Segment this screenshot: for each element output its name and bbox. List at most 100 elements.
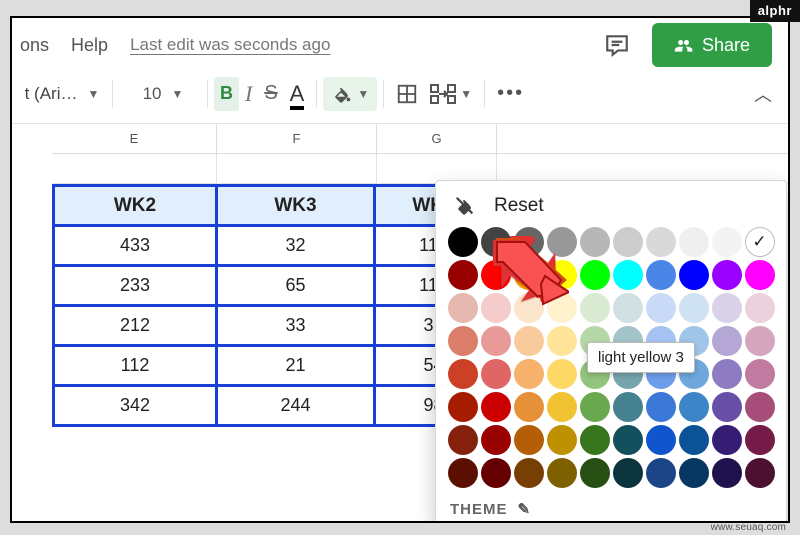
color-swatch[interactable]	[646, 227, 676, 257]
color-swatch[interactable]	[745, 260, 775, 290]
pencil-icon[interactable]: ✎	[518, 500, 532, 518]
color-swatch[interactable]	[679, 458, 709, 488]
color-swatch[interactable]	[547, 227, 577, 257]
color-swatch[interactable]	[448, 293, 478, 323]
color-swatch[interactable]	[745, 326, 775, 356]
color-swatch[interactable]	[712, 293, 742, 323]
color-swatch[interactable]	[448, 260, 478, 290]
color-swatch[interactable]	[646, 458, 676, 488]
data-table[interactable]: WK2 WK3 WK4 43332112 23365112 2123331 11…	[52, 184, 494, 427]
col-header-g[interactable]: G	[377, 124, 497, 153]
color-swatch[interactable]	[514, 425, 544, 455]
color-swatch[interactable]	[547, 326, 577, 356]
color-swatch[interactable]	[679, 392, 709, 422]
color-swatch[interactable]	[547, 392, 577, 422]
color-swatch[interactable]	[547, 293, 577, 323]
bold-button[interactable]: B	[214, 77, 239, 111]
color-swatch[interactable]	[514, 293, 544, 323]
color-swatch[interactable]	[580, 392, 610, 422]
font-size-picker[interactable]: 10 ▼	[133, 77, 193, 111]
color-swatch[interactable]	[712, 359, 742, 389]
color-swatch[interactable]	[745, 425, 775, 455]
strikethrough-button[interactable]: S	[258, 77, 283, 111]
color-swatch[interactable]	[613, 260, 643, 290]
color-swatch[interactable]	[481, 425, 511, 455]
merge-cells-button[interactable]: ▼	[424, 77, 478, 111]
color-swatch[interactable]	[514, 392, 544, 422]
color-swatch[interactable]	[481, 458, 511, 488]
color-swatch[interactable]	[448, 359, 478, 389]
color-swatch[interactable]	[547, 458, 577, 488]
color-swatch[interactable]	[481, 260, 511, 290]
color-swatch[interactable]	[712, 227, 742, 257]
color-swatch[interactable]: ✓	[745, 227, 775, 257]
italic-button[interactable]: I	[239, 77, 258, 111]
header-wk3[interactable]: WK3	[217, 186, 375, 226]
color-swatch[interactable]	[712, 458, 742, 488]
color-swatch[interactable]	[679, 260, 709, 290]
color-swatch[interactable]	[547, 359, 577, 389]
color-swatch[interactable]	[613, 293, 643, 323]
color-swatch[interactable]	[613, 458, 643, 488]
comment-icon[interactable]	[604, 32, 630, 58]
color-swatch[interactable]	[646, 392, 676, 422]
color-swatch[interactable]	[514, 359, 544, 389]
color-swatch[interactable]	[745, 293, 775, 323]
color-swatch[interactable]	[448, 425, 478, 455]
color-swatch[interactable]	[448, 227, 478, 257]
color-swatch[interactable]	[745, 392, 775, 422]
color-swatch[interactable]	[646, 425, 676, 455]
more-toolbar-button[interactable]: •••	[491, 77, 530, 111]
menubar: ons Help Last edit was seconds ago Share	[12, 18, 788, 72]
color-swatch[interactable]	[646, 260, 676, 290]
color-swatch[interactable]	[712, 425, 742, 455]
color-swatch[interactable]	[613, 392, 643, 422]
color-swatch[interactable]	[514, 227, 544, 257]
table-row: 34224498	[54, 386, 493, 426]
toolbar: t (Ari… ▼ 10 ▼ B I S A ▼ ▼ ••• ︿	[12, 72, 788, 124]
font-family-picker[interactable]: t (Ari… ▼	[18, 77, 106, 111]
color-swatch[interactable]	[580, 227, 610, 257]
menu-addons[interactable]: ons	[20, 35, 49, 56]
color-swatch[interactable]	[712, 260, 742, 290]
fill-color-button[interactable]: ▼	[323, 77, 377, 111]
color-swatch[interactable]	[481, 293, 511, 323]
col-header-e[interactable]: E	[52, 124, 217, 153]
color-swatch[interactable]	[613, 227, 643, 257]
color-swatch[interactable]	[481, 326, 511, 356]
color-swatch[interactable]	[580, 260, 610, 290]
color-swatch[interactable]	[679, 293, 709, 323]
header-wk2[interactable]: WK2	[54, 186, 217, 226]
color-swatch[interactable]	[448, 326, 478, 356]
color-swatch[interactable]	[712, 326, 742, 356]
color-swatch[interactable]	[745, 359, 775, 389]
color-swatch[interactable]	[481, 392, 511, 422]
color-swatch[interactable]	[679, 425, 709, 455]
last-edit-link[interactable]: Last edit was seconds ago	[130, 35, 330, 55]
color-swatch[interactable]	[448, 392, 478, 422]
collapse-toolbar-icon[interactable]: ︿	[754, 81, 772, 107]
color-swatch[interactable]	[646, 293, 676, 323]
color-swatch[interactable]	[448, 458, 478, 488]
color-swatch[interactable]	[514, 458, 544, 488]
reset-color-button[interactable]: Reset	[454, 195, 772, 217]
color-swatch[interactable]	[580, 293, 610, 323]
menu-help[interactable]: Help	[71, 35, 108, 56]
text-color-button[interactable]: A	[290, 81, 305, 107]
color-swatch[interactable]	[712, 392, 742, 422]
color-swatch[interactable]	[514, 326, 544, 356]
color-swatch[interactable]	[514, 260, 544, 290]
col-header-f[interactable]: F	[217, 124, 377, 153]
share-button[interactable]: Share	[652, 23, 772, 67]
color-swatch[interactable]	[547, 425, 577, 455]
color-swatch[interactable]	[547, 260, 577, 290]
color-swatch[interactable]	[580, 458, 610, 488]
color-swatch[interactable]	[580, 425, 610, 455]
share-label: Share	[702, 35, 750, 56]
color-swatch[interactable]	[481, 359, 511, 389]
color-swatch[interactable]	[745, 458, 775, 488]
color-swatch[interactable]	[481, 227, 511, 257]
color-swatch[interactable]	[679, 227, 709, 257]
borders-button[interactable]	[390, 77, 424, 111]
color-swatch[interactable]	[613, 425, 643, 455]
